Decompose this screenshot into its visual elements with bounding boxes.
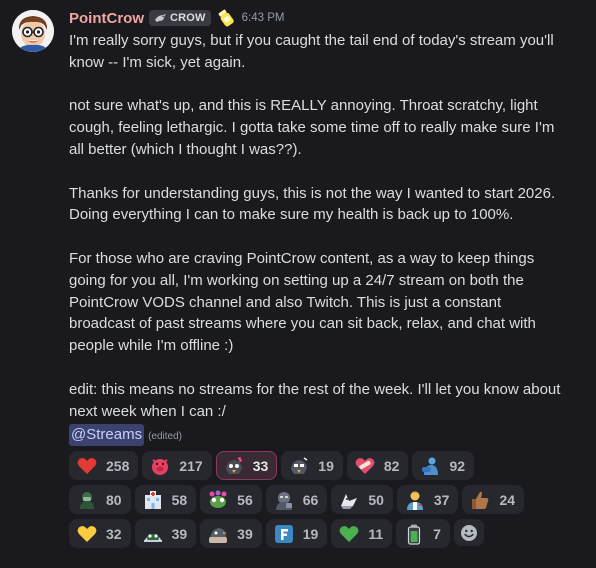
reaction-count: 33 — [252, 457, 269, 474]
guild-tag-label: CROW — [170, 12, 206, 24]
reaction-count: 92 — [449, 457, 466, 474]
reaction-count: 39 — [171, 525, 188, 542]
reaction-sick-pig[interactable]: 217 — [142, 451, 212, 480]
frog-blanket-icon — [143, 533, 162, 542]
reactions-row: 258 217 33 19 82 92 — [69, 451, 589, 480]
crow-blanket-icon — [209, 527, 228, 543]
timestamp: 6:43 PM — [241, 12, 285, 24]
reaction-crow-blanket[interactable]: 39 — [200, 519, 262, 548]
crow-tag-icon — [155, 14, 166, 22]
pill-bottle-icon[interactable] — [216, 8, 236, 28]
reaction-count: 19 — [318, 457, 334, 474]
green-mask-icon — [80, 491, 94, 509]
guild-tag[interactable]: CROW — [149, 10, 211, 26]
reaction-red-heart[interactable]: 258 — [69, 451, 139, 480]
reaction-blue-hug[interactable]: 92 — [412, 451, 475, 480]
reaction-count: 66 — [302, 491, 319, 508]
reaction-crow-sick[interactable]: 33 — [215, 451, 278, 480]
reaction-count: 32 — [106, 525, 122, 542]
smiley-icon — [460, 524, 477, 541]
reaction-count: 37 — [433, 491, 450, 508]
reaction-health-worker[interactable]: 37 — [396, 485, 459, 514]
health-worker-icon — [406, 491, 423, 510]
yellow-heart-icon — [77, 525, 97, 542]
blue-hug-icon — [422, 457, 439, 475]
reaction-crow-sick-2[interactable]: 19 — [281, 451, 343, 480]
mention-line: @Streams (edited) — [69, 424, 182, 446]
message-paragraph: Thanks for understanding guys, this is n… — [69, 184, 556, 224]
reaction-count: 56 — [237, 491, 253, 508]
green-heart-icon — [339, 525, 359, 542]
crow-sick-2-icon — [291, 456, 308, 474]
heart-bandage-icon — [355, 457, 375, 474]
letter-f-icon — [274, 524, 293, 543]
reaction-thumbs-up[interactable]: 24 — [462, 485, 525, 514]
username[interactable]: PointCrow — [69, 10, 144, 27]
reaction-gray-sick[interactable]: 66 — [265, 485, 328, 514]
message-paragraph: edit: this means no streams for the rest… — [69, 380, 561, 420]
reaction-hospital[interactable]: 58 — [134, 485, 197, 514]
red-heart-icon — [77, 457, 97, 474]
reaction-count: 50 — [368, 491, 384, 508]
reaction-pepe-flowers[interactable]: 56 — [200, 485, 262, 514]
reactions-row: 32 39 39 19 11 7 — [69, 519, 589, 548]
message-paragraph: I'm really sorry guys, but if you caught… — [69, 32, 554, 71]
role-mention[interactable]: @Streams — [69, 424, 145, 446]
edited-label: (edited) — [148, 431, 182, 442]
reaction-count: 11 — [368, 525, 384, 542]
message-content: I'm really sorry guys, but if you caught… — [69, 30, 569, 422]
reaction-count: 24 — [499, 491, 516, 508]
message-header: PointCrow CROW 6:43 PM — [69, 8, 284, 28]
reaction-count: 7 — [433, 525, 441, 542]
battery-icon — [408, 524, 421, 545]
gray-sick-icon — [275, 491, 292, 510]
reaction-heart-bandage[interactable]: 82 — [346, 451, 409, 480]
reaction-count: 258 — [106, 457, 130, 474]
reaction-count: 58 — [171, 491, 188, 508]
reaction-count: 39 — [237, 525, 253, 542]
message-paragraph: For those who are craving PointCrow cont… — [69, 249, 536, 355]
sick-pig-icon — [152, 458, 169, 475]
reaction-frog-blanket[interactable]: 39 — [134, 519, 197, 548]
reaction-count: 82 — [383, 457, 400, 474]
user-avatar[interactable] — [12, 10, 54, 52]
reaction-crow-bird[interactable]: 50 — [331, 485, 393, 514]
reactions-bar: 258 217 33 19 82 92 80 58 56 66 50 37 24… — [69, 451, 589, 553]
pepe-flowers-icon — [209, 490, 227, 508]
reaction-yellow-heart[interactable]: 32 — [69, 519, 131, 548]
add-reaction-button[interactable] — [453, 519, 484, 546]
crow-bird-icon — [341, 493, 358, 509]
reaction-count: 19 — [302, 525, 319, 542]
message-paragraph: not sure what's up, and this is REALLY a… — [69, 97, 555, 158]
thumbs-up-icon — [472, 491, 489, 509]
reaction-green-mask[interactable]: 80 — [69, 485, 131, 514]
reaction-count: 80 — [106, 491, 122, 508]
message: PointCrow CROW 6:43 PM I'm really sorry … — [0, 0, 596, 568]
reaction-green-heart[interactable]: 11 — [331, 519, 393, 548]
reactions-row: 80 58 56 66 50 37 24 — [69, 485, 589, 514]
hospital-icon — [144, 490, 161, 509]
crow-sick-icon — [225, 456, 243, 474]
reaction-letter-f[interactable]: 19 — [265, 519, 328, 548]
reaction-battery[interactable]: 7 — [396, 519, 450, 548]
reaction-count: 217 — [179, 457, 203, 474]
